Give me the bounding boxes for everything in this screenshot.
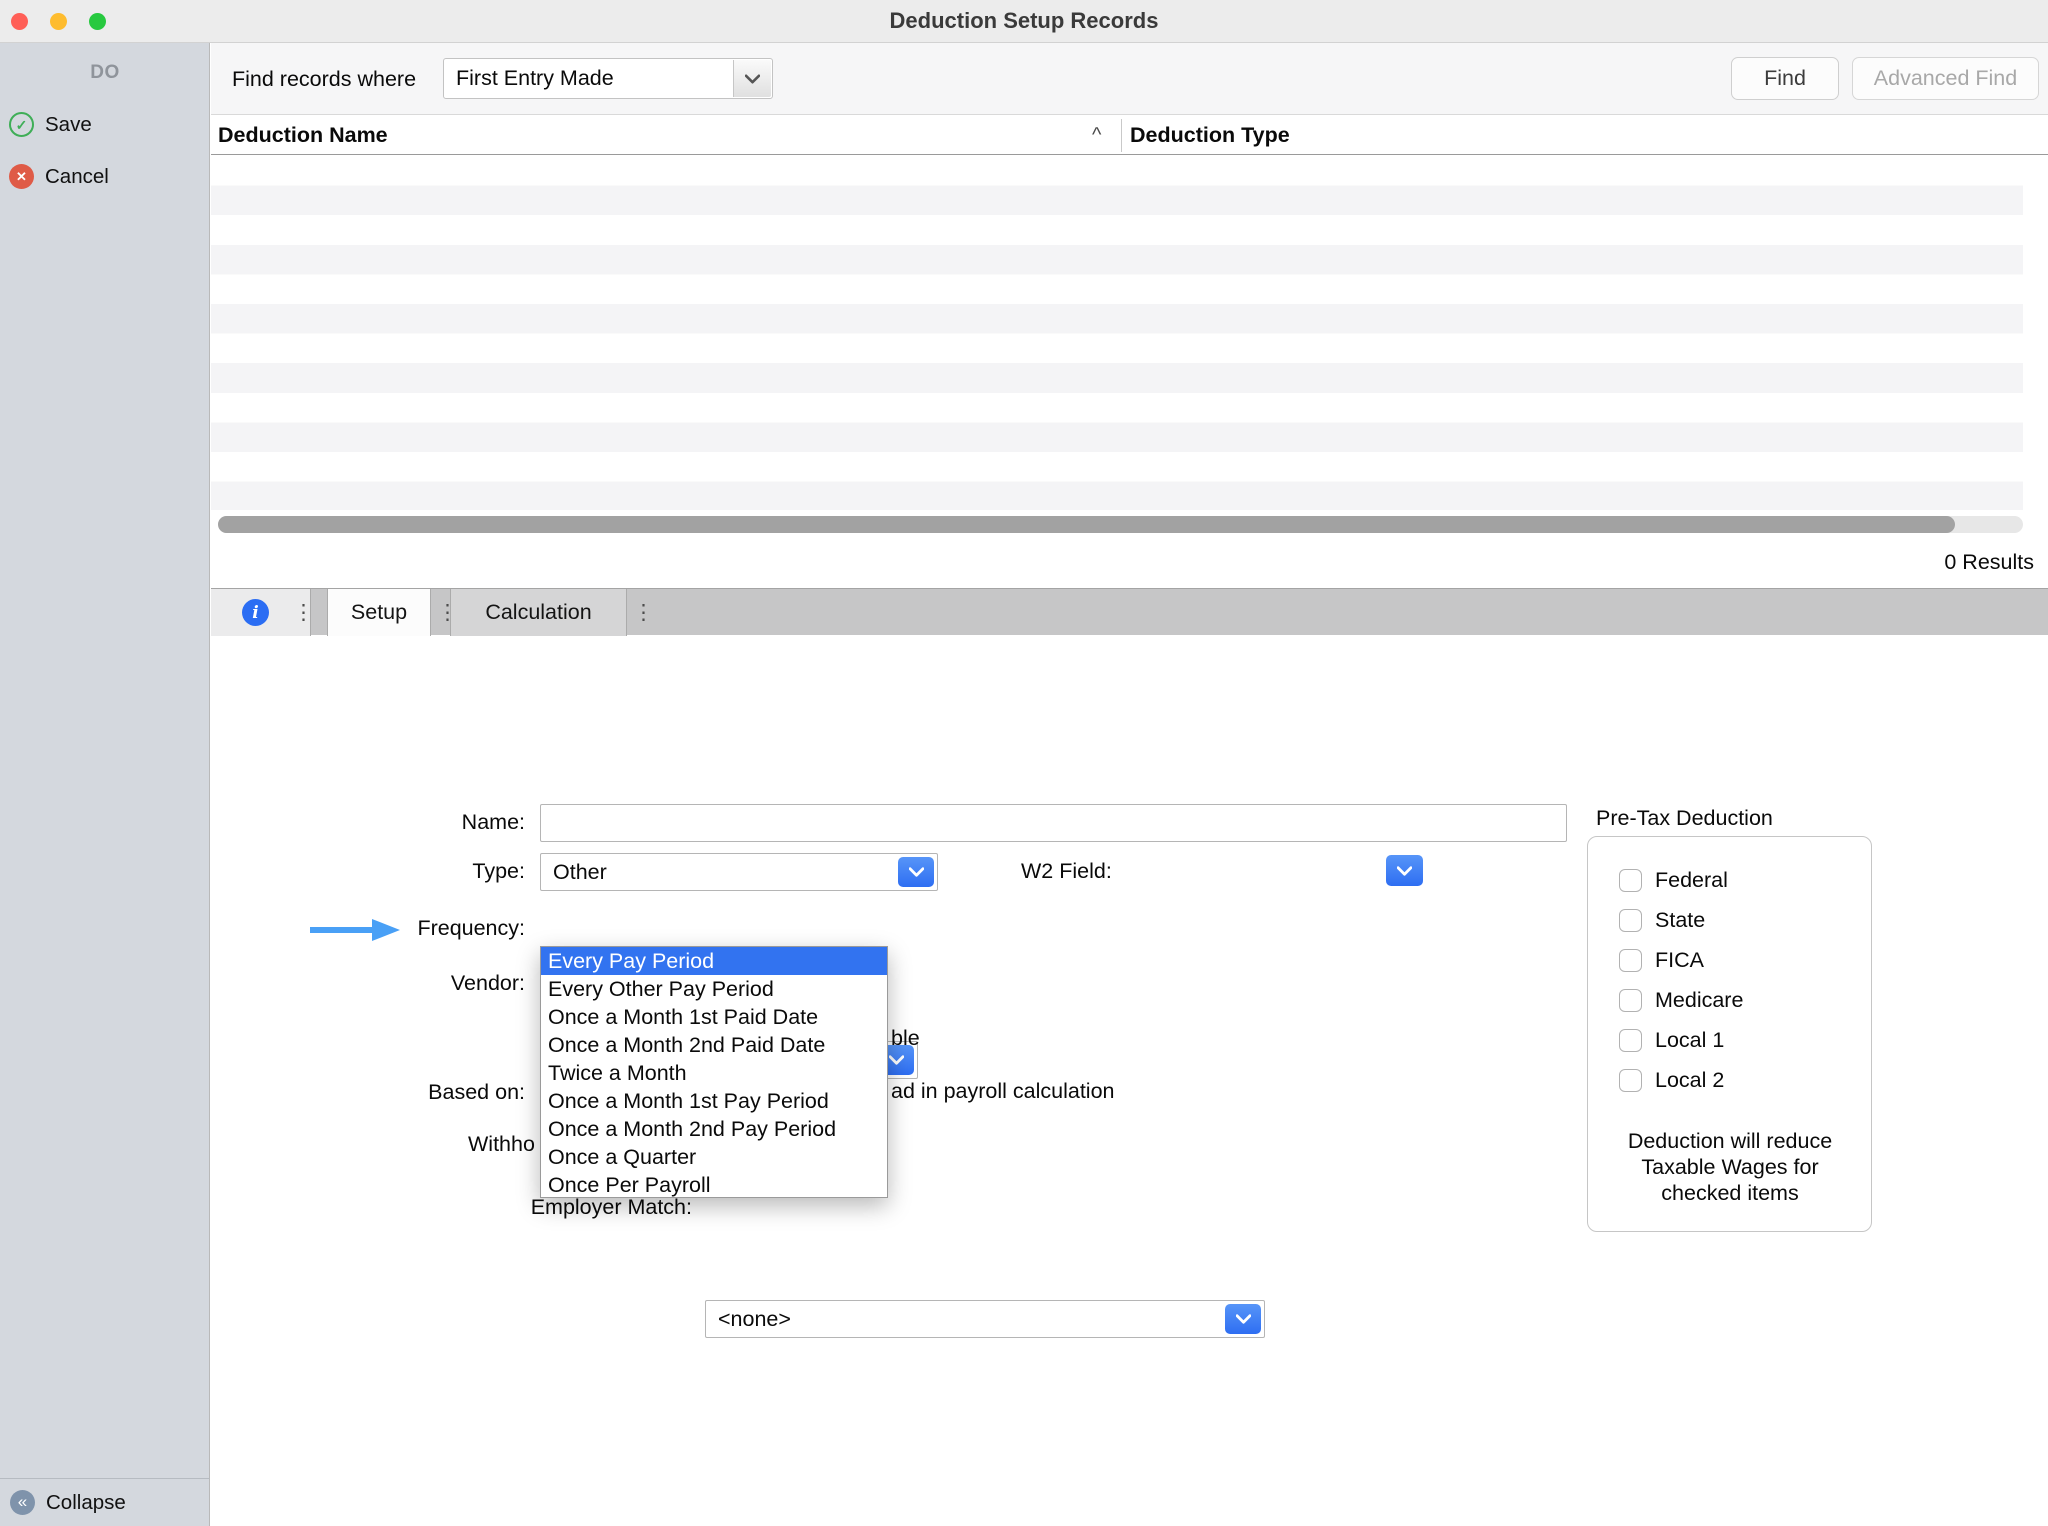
name-label: Name: [325,807,525,837]
employer-match-value: <none> [706,1301,1264,1337]
taxable-label-fragment: ble [891,1026,920,1051]
frequency-option[interactable]: Once a Month 2nd Pay Period [541,1115,887,1143]
sidebar [0,43,210,1526]
frequency-option[interactable]: Every Other Pay Period [541,975,887,1003]
pretax-row-medicare: Medicare [1619,988,1743,1012]
type-label: Type: [325,856,525,886]
tab-setup[interactable]: Setup [327,589,431,636]
record-info-segment: i ⋮ [211,589,311,636]
medicare-checkbox[interactable] [1619,989,1642,1012]
frequency-option[interactable]: Once Per Payroll [541,1171,887,1199]
pretax-row-local1: Local 1 [1619,1028,1724,1052]
chevron-down-icon [889,1055,904,1065]
chevron-down-icon [909,867,924,877]
pretax-note: Deduction will reduce Taxable Wages for … [1600,1128,1860,1206]
save-check-icon: ✓ [9,112,34,137]
fica-label: FICA [1655,948,1704,973]
federal-checkbox[interactable] [1619,869,1642,892]
frequency-option[interactable]: Once a Month 1st Pay Period [541,1087,887,1115]
app-window: Deduction Setup Records DO ✓ Save ✕ Canc… [0,0,2048,1526]
info-icon[interactable]: i [242,599,269,626]
state-label: State [1655,908,1705,933]
column-divider [1121,119,1122,152]
cancel-x-icon: ✕ [9,164,34,189]
find-button[interactable]: Find [1731,57,1839,100]
title-bar: Deduction Setup Records [0,0,2048,43]
w2-field-dropdown-button[interactable] [1386,855,1423,886]
column-header-deduction-type[interactable]: Deduction Type [1130,115,1290,155]
tab-calculation[interactable]: Calculation [450,589,627,636]
fica-checkbox[interactable] [1619,949,1642,972]
type-dropdown[interactable]: Other [540,853,938,891]
frequency-option[interactable]: Twice a Month [541,1059,887,1087]
collapse-button[interactable]: « Collapse [0,1478,210,1526]
save-label: Save [45,113,92,137]
frequency-option[interactable]: Once a Month 1st Paid Date [541,1003,887,1031]
frequency-option[interactable]: Once a Month 2nd Paid Date [541,1031,887,1059]
column-header-deduction-name[interactable]: Deduction Name [218,115,388,155]
federal-label: Federal [1655,868,1728,893]
chevron-down-icon [1236,1314,1251,1324]
medicare-label: Medicare [1655,988,1743,1013]
employer-match-dropdown[interactable]: <none> [705,1300,1265,1338]
local1-label: Local 1 [1655,1028,1724,1053]
frequency-option[interactable]: Every Pay Period [541,947,887,975]
w2-field-label: W2 Field: [1021,856,1112,886]
employer-match-dropdown-button[interactable] [1225,1304,1261,1334]
frequency-option[interactable]: Once a Quarter [541,1143,887,1171]
find-records-where-label: Find records where [232,43,416,115]
local1-checkbox[interactable] [1619,1029,1642,1052]
pretax-deduction-title: Pre-Tax Deduction [1596,806,1773,831]
frequency-option-list: Every Pay Period Every Other Pay Period … [540,946,888,1198]
type-value: Other [541,854,937,890]
sort-ascending-icon: ^ [1092,115,1101,155]
table-body [211,156,2023,510]
advanced-find-button[interactable]: Advanced Find [1852,57,2039,100]
cancel-label: Cancel [45,165,109,189]
collapse-chevrons-icon: « [10,1490,35,1515]
state-checkbox[interactable] [1619,909,1642,932]
name-input[interactable] [540,804,1567,842]
tab-bar: i ⋮ Setup ⋮ Calculation ⋮ [211,588,2048,635]
cancel-button[interactable]: ✕ Cancel [9,164,109,189]
pretax-row-state: State [1619,908,1705,932]
menu-dots-icon[interactable]: ⋮ [293,589,314,636]
payroll-calculation-label-fragment: ad in payroll calculation [891,1079,1115,1104]
local2-label: Local 2 [1655,1068,1724,1093]
pretax-row-local2: Local 2 [1619,1068,1724,1092]
pretax-note-line: Taxable Wages for [1600,1154,1860,1180]
pretax-row-federal: Federal [1619,868,1728,892]
type-dropdown-button[interactable] [898,857,934,887]
sidebar-header: DO [0,62,210,84]
pretax-row-fica: FICA [1619,948,1704,972]
find-field-value: First Entry Made [444,59,772,98]
results-count: 0 Results [1700,550,2034,575]
withholding-label-fragment: Withho [468,1132,535,1157]
chevron-down-icon [1397,866,1412,876]
horizontal-scrollbar[interactable] [218,516,2023,533]
save-button[interactable]: ✓ Save [9,112,92,137]
chevron-down-icon [745,74,760,84]
based-on-label: Based on: [325,1077,525,1107]
pretax-note-line: Deduction will reduce [1600,1128,1860,1154]
local2-checkbox[interactable] [1619,1069,1642,1092]
horizontal-scrollbar-thumb[interactable] [218,516,1955,533]
find-field-dropdown[interactable]: First Entry Made [443,58,773,99]
frequency-label: Frequency: [325,913,525,943]
vendor-label: Vendor: [325,968,525,998]
window-title: Deduction Setup Records [0,0,2048,42]
pretax-note-line: checked items [1600,1180,1860,1206]
find-field-dropdown-button[interactable] [733,60,771,97]
collapse-label: Collapse [46,1491,126,1515]
menu-dots-icon[interactable]: ⋮ [633,589,654,636]
